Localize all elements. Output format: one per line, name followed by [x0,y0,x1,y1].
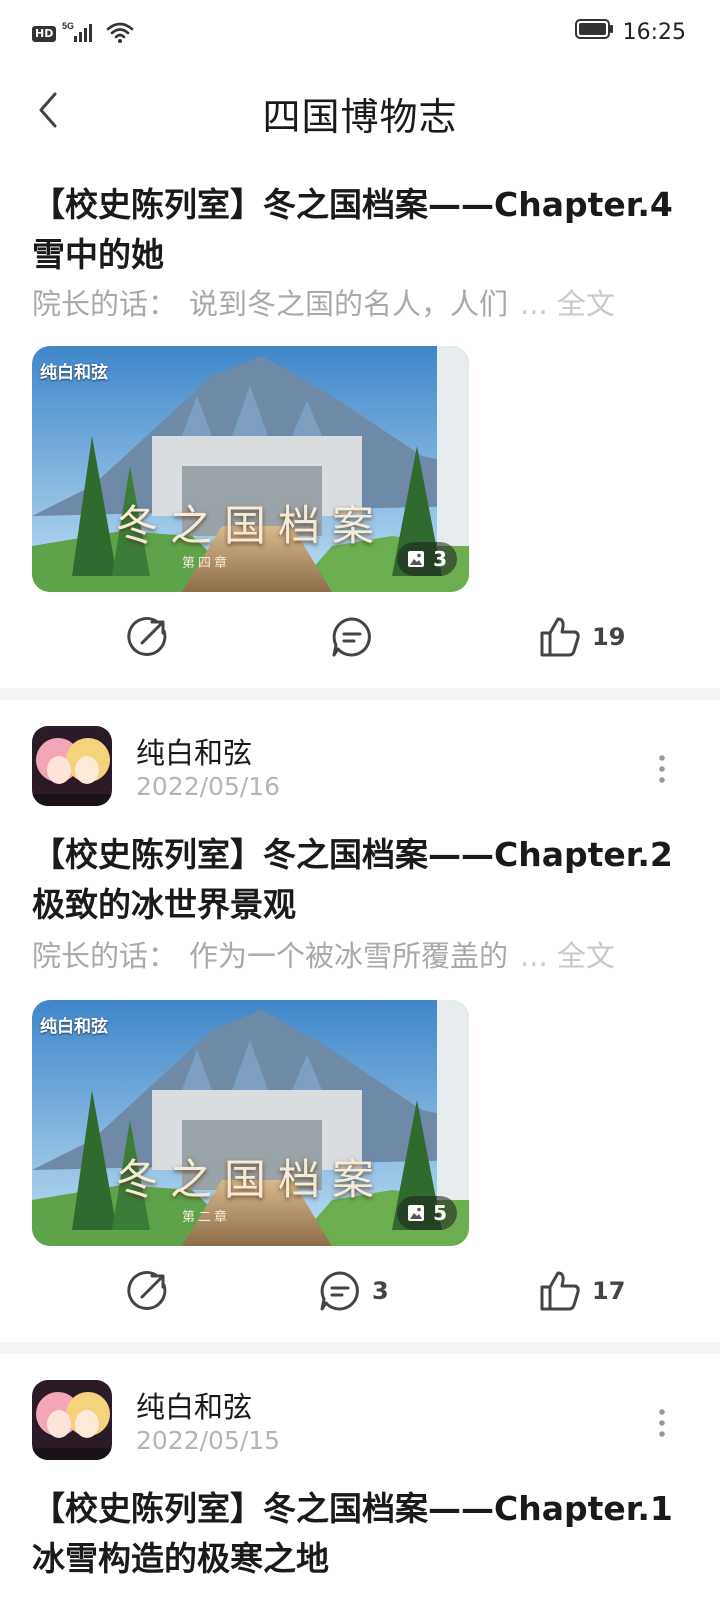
avatar[interactable] [32,726,112,806]
excerpt-label: 院长的话： [32,287,178,321]
post-actions: 19 [0,602,720,672]
more-button[interactable] [650,754,674,784]
image-count-badge: 5 [397,1196,457,1230]
status-right: 16:25 [574,18,686,46]
comment-button[interactable]: 3 [318,1256,389,1326]
post-date: 2022/05/15 [136,1426,281,1455]
comment-button[interactable] [330,602,384,672]
share-button[interactable] [126,1256,170,1326]
battery-icon [574,18,615,46]
post-card[interactable]: 纯白和弦 2022/05/16 【校史陈列室】冬之国档案——Chapter.2极… [0,726,720,1336]
excerpt-label: 院长的话： [32,939,178,973]
post-image[interactable]: 纯白和弦 冬之国档案 第二章 5 [32,1000,469,1246]
thumb-banner-text: 冬之国档案 [116,501,387,550]
status-bar: HD 5G 16:25 [0,0,720,64]
page-title: 四国博物志 [262,95,458,139]
more-button[interactable] [650,1408,674,1438]
like-count: 19 [592,623,626,651]
hd-badge: HD [32,26,57,42]
author-name[interactable]: 纯白和弦 [136,730,252,772]
post-excerpt[interactable]: 院长的话： 说到冬之国的名人，人们 ... 全文 [32,284,692,324]
like-button[interactable]: 17 [538,1256,625,1326]
post-title[interactable]: 【校史陈列室】冬之国档案——Chapter.1冰雪构造的极寒之地 [32,1484,696,1584]
image-count-badge: 3 [397,542,457,576]
post-divider [0,1342,720,1354]
excerpt-text: 说到冬之国的名人，人们 [189,287,509,321]
image-icon [408,1205,425,1221]
signal-icon: 5G [62,20,100,48]
status-left: HD 5G [32,20,134,48]
wifi-icon [106,20,134,48]
avatar[interactable] [32,1380,112,1460]
post-card[interactable]: 【校史陈列室】冬之国档案——Chapter.4雪中的她 院长的话： 说到冬之国的名… [0,176,720,686]
post-title[interactable]: 【校史陈列室】冬之国档案——Chapter.4雪中的她 [32,180,696,280]
nav-bar: 四国博物志 [0,64,720,156]
post-excerpt[interactable]: 院长的话： 作为一个被冰雪所覆盖的 ... 全文 [32,936,692,976]
image-count: 3 [433,547,447,571]
image-icon [408,551,425,567]
read-full-link[interactable]: ... 全文 [520,287,615,321]
comment-icon [332,617,371,657]
thumb-chapter-text: 第四章 [182,556,231,571]
like-button[interactable]: 19 [538,602,625,672]
post-header: 纯白和弦 2022/05/15 [32,1380,688,1464]
share-icon [127,617,167,656]
thumb-banner-text: 冬之国档案 [116,1155,387,1204]
thumb-logo: 纯白和弦 [40,1017,108,1037]
share-button[interactable] [126,602,170,672]
read-full-link[interactable]: ... 全文 [520,939,615,973]
author-name[interactable]: 纯白和弦 [136,1384,252,1426]
like-count: 17 [592,1277,626,1305]
comment-icon [320,1271,359,1311]
comment-count: 3 [372,1277,389,1305]
post-title[interactable]: 【校史陈列室】冬之国档案——Chapter.2极致的冰世界景观 [32,830,696,930]
post-actions: 3 17 [0,1256,720,1326]
svg-text:5G: 5G [62,21,74,31]
image-count: 5 [433,1201,447,1225]
clock: 16:25 [622,19,686,45]
post-date: 2022/05/16 [136,772,281,801]
thumbs-up-icon [540,617,580,657]
thumb-chapter-text: 第二章 [182,1210,231,1225]
post-header: 纯白和弦 2022/05/16 [32,726,688,810]
share-icon [127,1271,167,1310]
more-vertical-icon [659,755,665,783]
post-image[interactable]: 纯白和弦 冬之国档案 第四章 3 [32,346,469,592]
thumbs-up-icon [540,1271,580,1311]
excerpt-text: 作为一个被冰雪所覆盖的 [189,939,509,973]
more-vertical-icon [659,1409,665,1437]
post-divider [0,688,720,700]
post-card[interactable]: 纯白和弦 2022/05/15 【校史陈列室】冬之国档案——Chapter.1冰… [0,1380,720,1600]
thumb-logo: 纯白和弦 [40,363,108,383]
